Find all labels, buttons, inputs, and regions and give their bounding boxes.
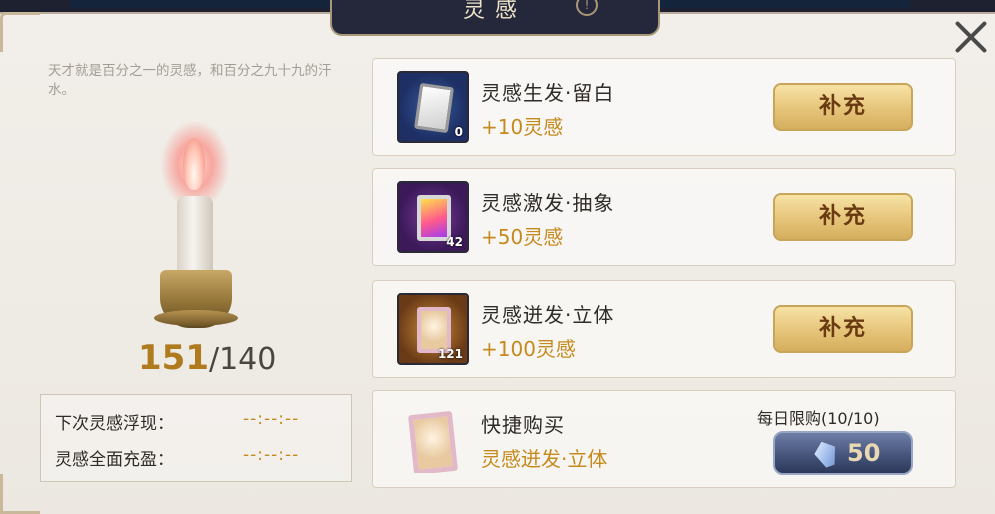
item-thumb-abstract: 42: [397, 181, 469, 253]
item-quantity: 121: [437, 347, 463, 361]
top-bar-left-strip: [70, 0, 340, 8]
item-gain: +50灵感: [481, 225, 564, 249]
next-inspiration-row: 下次灵感浮现： --:--:--: [55, 409, 298, 434]
window-title: 灵感: [462, 0, 527, 23]
daily-limit-text: 每日限购(10/10): [757, 409, 880, 428]
corner-ornament-bottom-left: [0, 474, 40, 514]
item-quantity: 0: [454, 125, 463, 139]
supply-button[interactable]: 补充: [773, 83, 913, 131]
quick-buy-title: 快捷购买: [481, 413, 565, 437]
full-inspiration-label: 灵感全面充盈：: [55, 450, 174, 470]
title-tab: 灵感 !: [330, 0, 660, 36]
item-thumb-quick-buy: [397, 403, 469, 475]
portrait-frame-icon: [407, 410, 459, 473]
info-icon[interactable]: !: [576, 0, 598, 16]
supply-button[interactable]: 补充: [773, 193, 913, 241]
feather-gem-icon: [811, 438, 841, 470]
close-button[interactable]: [952, 18, 990, 56]
candle-base: [154, 310, 238, 326]
quick-buy-button[interactable]: 50: [773, 431, 913, 475]
item-thumb-cubist: 121: [397, 293, 469, 365]
item-quantity: 42: [446, 235, 463, 249]
quick-buy-card: 快捷购买 灵感迸发·立体 每日限购(10/10) 50: [372, 390, 956, 488]
item-card-cubist: 121 灵感迸发·立体 +100灵感 补充: [372, 280, 956, 378]
item-thumb-blank: 0: [397, 71, 469, 143]
quote-text: 天才就是百分之一的灵感，和百分之九十九的汗水。: [48, 63, 332, 98]
inspiration-current: 151: [138, 338, 209, 378]
top-bar-right-strip: [660, 0, 910, 8]
item-card-blank: 0 灵感生发·留白 +10灵感 补充: [372, 58, 956, 156]
item-name: 灵感激发·抽象: [481, 191, 615, 215]
next-inspiration-label: 下次灵感浮现：: [55, 414, 174, 434]
inspiration-count: 151/140: [138, 338, 276, 378]
candle-flame: [183, 138, 205, 190]
full-inspiration-row: 灵感全面充盈： --:--:--: [55, 445, 298, 470]
next-inspiration-timer: --:--:--: [243, 409, 300, 429]
inspiration-slash: /: [208, 342, 220, 377]
item-name: 灵感迸发·立体: [481, 303, 615, 327]
quick-buy-item: 灵感迸发·立体: [481, 447, 608, 471]
supply-button[interactable]: 补充: [773, 305, 913, 353]
corner-ornament-top-left: [0, 12, 40, 52]
item-card-abstract: 42 灵感激发·抽象 +50灵感 补充: [372, 168, 956, 266]
item-gain: +10灵感: [481, 115, 564, 139]
item-gain: +100灵感: [481, 337, 576, 361]
item-name: 灵感生发·留白: [481, 81, 615, 105]
inspiration-max: 140: [219, 342, 277, 377]
quick-buy-price: 50: [847, 439, 881, 467]
full-inspiration-timer: --:--:--: [243, 445, 300, 465]
blank-canvas-icon: [413, 82, 455, 134]
candle-illustration: [150, 120, 250, 330]
timer-box: 下次灵感浮现： --:--:-- 灵感全面充盈： --:--:--: [40, 394, 352, 482]
